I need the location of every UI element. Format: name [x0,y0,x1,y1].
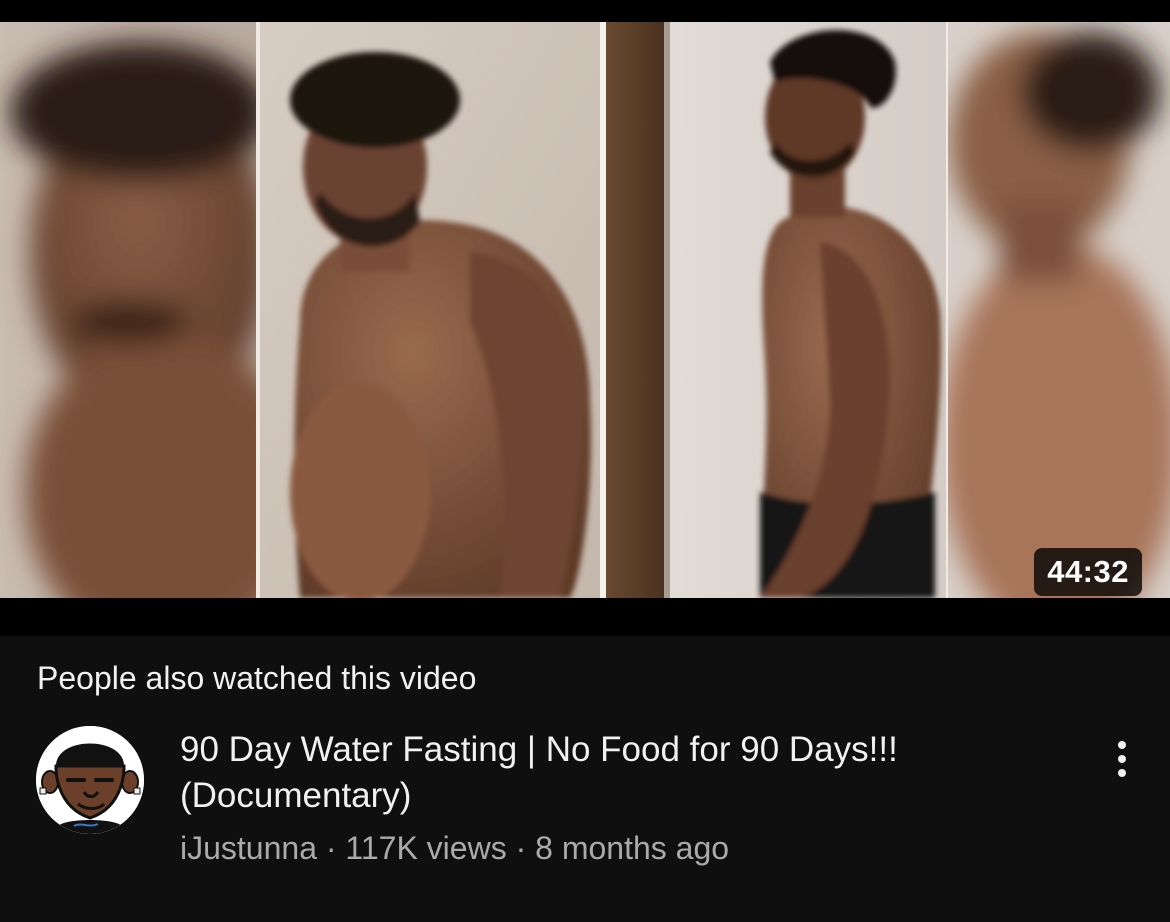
channel-avatar[interactable] [36,726,144,834]
meta-separator: · [316,830,346,866]
channel-name[interactable]: iJustunna [180,830,317,866]
section-heading: People also watched this video [37,660,477,696]
upload-age: 8 months ago [535,830,730,866]
duration-badge: 44:32 [1034,548,1142,596]
video-metadata: iJustunna · 117K views · 8 months ago [180,830,729,867]
thumbnail-image [0,22,1170,598]
vertical-ellipsis-icon [1118,741,1126,777]
meta-separator: · [506,830,536,866]
video-title[interactable]: 90 Day Water Fasting | No Food for 90 Da… [180,727,1080,819]
view-count: 117K views [345,830,507,866]
more-options-button[interactable] [1090,727,1154,791]
top-bar [0,0,1170,22]
video-thumbnail[interactable]: 44:32 [0,22,1170,598]
thumbnail-bottom-strip [0,598,1170,636]
cartoon-avatar-icon [36,726,144,834]
